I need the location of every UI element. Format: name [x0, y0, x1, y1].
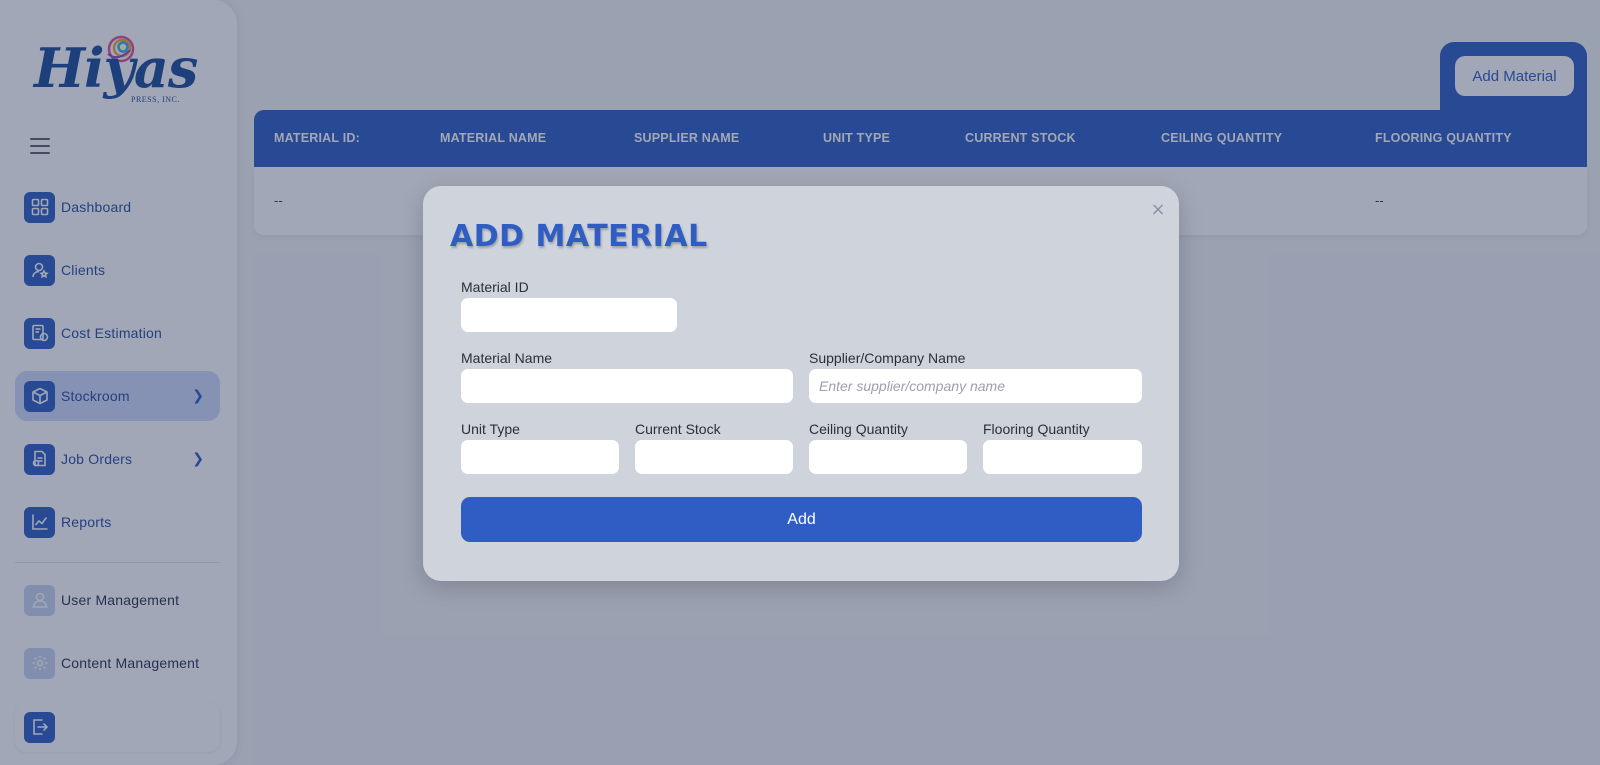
close-icon[interactable]: × [1148, 200, 1168, 220]
flooring-quantity-input[interactable] [983, 440, 1142, 474]
current-stock-input[interactable] [635, 440, 793, 474]
material-name-label: Material Name [461, 350, 553, 366]
supplier-label: Supplier/Company Name [809, 350, 966, 366]
unit-type-label: Unit Type [461, 421, 520, 437]
current-stock-label: Current Stock [635, 421, 721, 437]
unit-type-input[interactable] [461, 440, 619, 474]
add-submit-button[interactable]: Add [461, 497, 1142, 542]
material-id-label: Material ID [461, 279, 529, 295]
ceiling-quantity-label: Ceiling Quantity [809, 421, 908, 437]
flooring-quantity-label: Flooring Quantity [983, 421, 1090, 437]
supplier-input[interactable] [809, 369, 1142, 403]
add-material-modal: × ADD MATERIAL Material ID Material Name… [423, 186, 1179, 581]
material-id-input[interactable] [461, 298, 677, 332]
material-name-input[interactable] [461, 369, 793, 403]
modal-title: ADD MATERIAL [450, 219, 708, 254]
ceiling-quantity-input[interactable] [809, 440, 967, 474]
